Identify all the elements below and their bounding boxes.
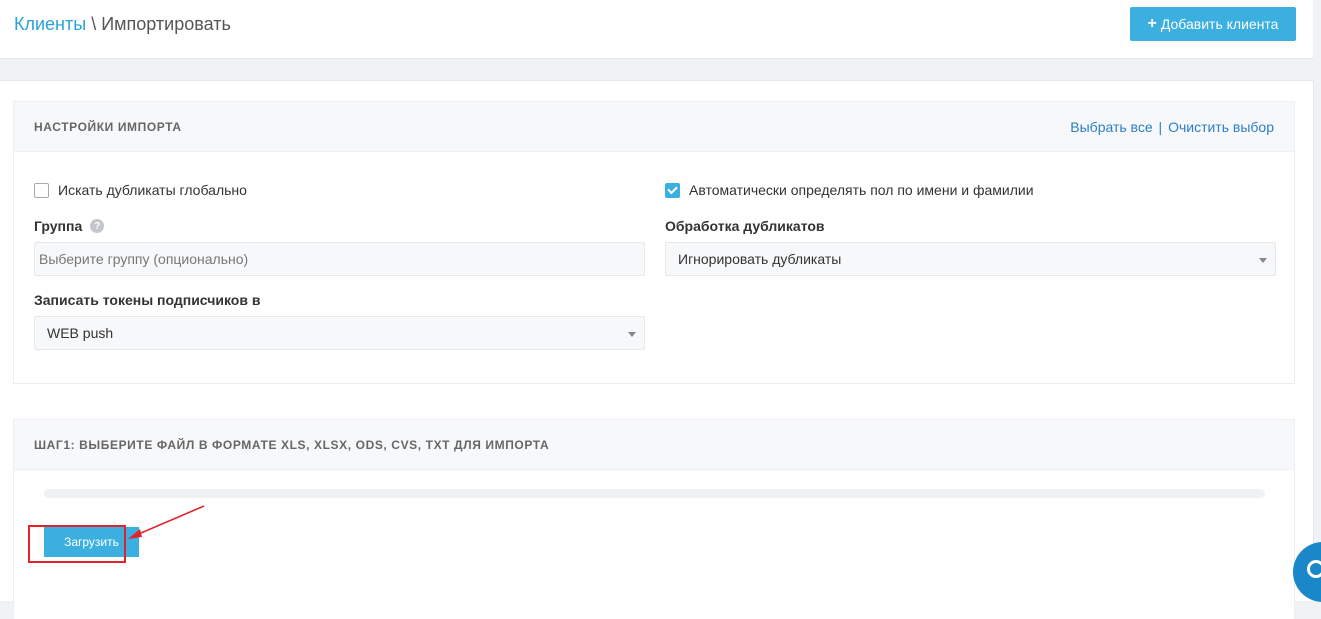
select-all-link[interactable]: Выбрать все xyxy=(1070,119,1152,135)
search-duplicates-option[interactable]: Искать дубликаты глобально xyxy=(34,182,247,198)
question-icon[interactable]: ? xyxy=(90,219,105,233)
search-duplicates-checkbox[interactable] xyxy=(34,182,49,198)
duplicates-label: Обработка дубликатов xyxy=(665,218,825,234)
step1-title: ШАГ1: ВЫБЕРИТЕ ФАЙЛ В ФОРМАТЕ XLS, XLSX,… xyxy=(34,437,550,452)
import-settings-header: НАСТРОЙКИ ИМПОРТА Выбрать все | Очистить… xyxy=(14,102,1294,152)
breadcrumb-separator: \ xyxy=(91,14,97,34)
group-label-text: Группа xyxy=(34,218,83,234)
step1-header: ШАГ1: ВЫБЕРИТЕ ФАЙЛ В ФОРМАТЕ XLS, XLSX,… xyxy=(14,420,1294,470)
breadcrumb-current: Импортировать xyxy=(101,14,231,34)
plus-icon: + xyxy=(1147,15,1157,32)
links-separator: | xyxy=(1158,118,1163,135)
duplicates-select-value: Игнорировать дубликаты xyxy=(678,251,842,267)
tokens-select[interactable]: WEB push xyxy=(34,316,645,350)
caret-down-icon xyxy=(628,332,636,337)
tokens-select-value: WEB push xyxy=(47,325,114,341)
add-client-button[interactable]: + Добавить клиента xyxy=(1130,7,1296,41)
annotation-arrow-icon xyxy=(128,505,205,539)
auto-gender-checkbox[interactable] xyxy=(665,182,680,198)
breadcrumb-link-clients[interactable]: Клиенты xyxy=(14,14,86,34)
group-label: Группа ? xyxy=(34,218,105,234)
annotation-highlight-box xyxy=(28,525,126,563)
duplicates-select[interactable]: Игнорировать дубликаты xyxy=(665,242,1276,276)
search-duplicates-label: Искать дубликаты глобально xyxy=(58,182,247,198)
group-input[interactable] xyxy=(34,242,645,276)
top-bar: Клиенты \ Импортировать + Добавить клиен… xyxy=(0,0,1313,59)
selection-links: Выбрать все | Очистить выбор xyxy=(1070,119,1274,135)
caret-down-icon xyxy=(1259,258,1267,263)
panel-title: НАСТРОЙКИ ИМПОРТА xyxy=(34,119,182,134)
add-client-label: Добавить клиента xyxy=(1160,16,1279,32)
auto-gender-label: Автоматически определять пол по имени и … xyxy=(689,182,1034,198)
chat-icon xyxy=(1307,560,1321,578)
auto-gender-option[interactable]: Автоматически определять пол по имени и … xyxy=(665,182,1034,198)
breadcrumb: Клиенты \ Импортировать xyxy=(14,13,231,35)
import-settings-panel: НАСТРОЙКИ ИМПОРТА Выбрать все | Очистить… xyxy=(13,101,1295,384)
clear-selection-link[interactable]: Очистить выбор xyxy=(1168,119,1274,135)
tokens-label: Записать токены подписчиков в xyxy=(34,292,261,308)
checkmark-icon xyxy=(667,183,678,195)
upload-progress-bar xyxy=(44,489,1265,498)
